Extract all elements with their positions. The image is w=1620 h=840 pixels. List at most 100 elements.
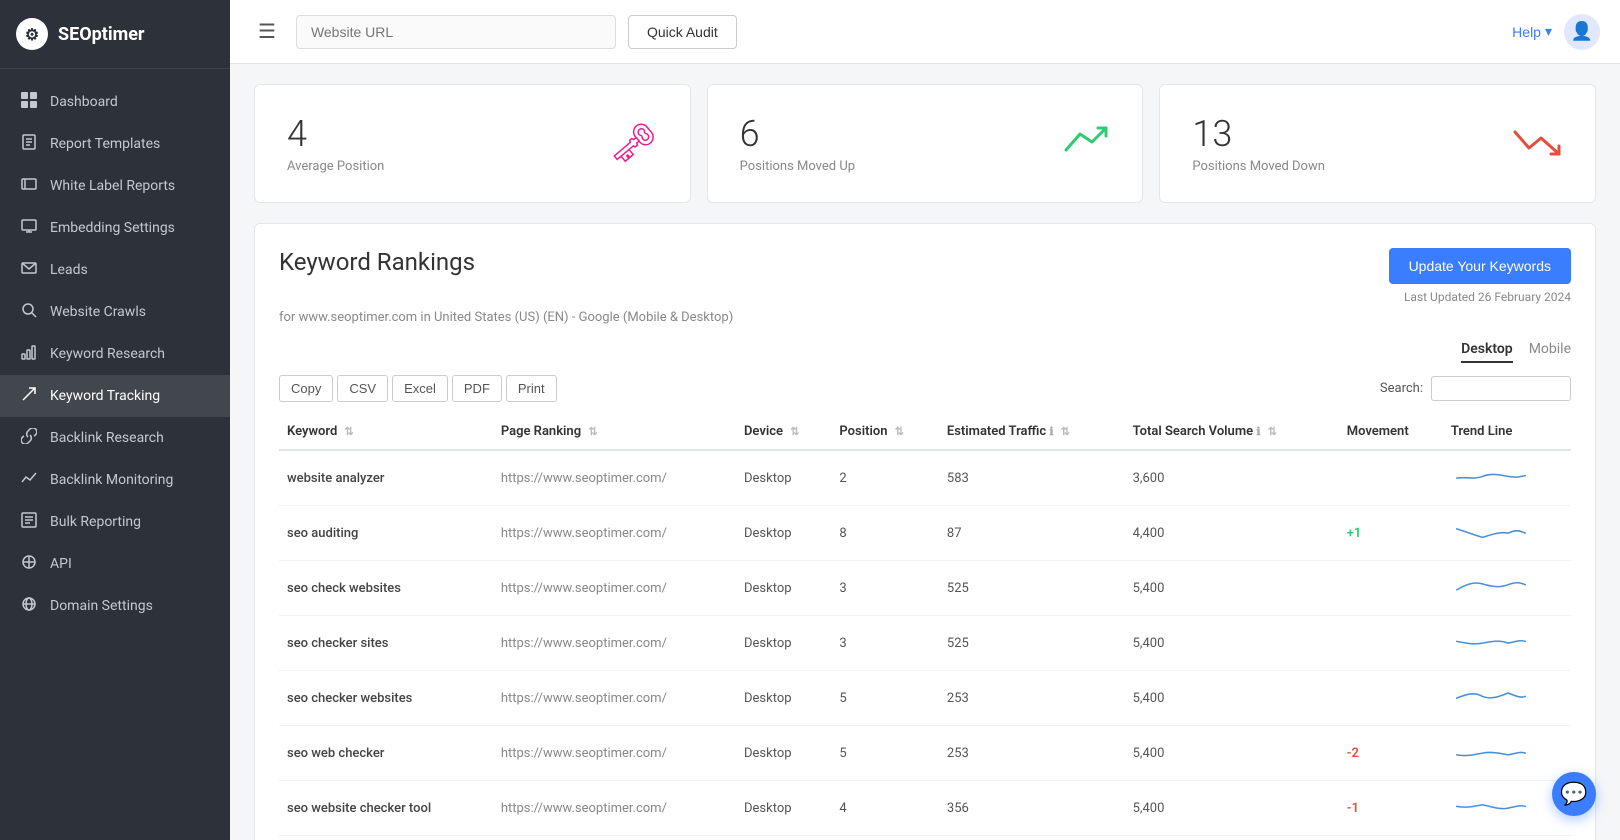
main-area: ☰ Quick Audit Help ▾ 👤 4 Average Positio… [230,0,1620,840]
cell-device: Desktop [736,450,831,506]
sidebar-item-report-templates[interactable]: Report Templates [0,123,230,165]
help-label: Help [1512,24,1541,40]
sidebar-item-leads[interactable]: Leads [0,249,230,291]
sidebar-item-keyword-tracking[interactable]: Keyword Tracking [0,375,230,417]
cell-keyword: seo checker websites [279,671,493,726]
col-header-keyword[interactable]: Keyword ⇅ [279,414,493,450]
user-avatar[interactable]: 👤 [1564,14,1600,50]
search-input[interactable] [1431,376,1571,401]
csv-button[interactable]: CSV [337,375,388,402]
cell-position: 4 [831,781,938,836]
table-row: seo checker sites https://www.seoptimer.… [279,616,1571,671]
sidebar-item-white-label-reports[interactable]: White Label Reports [0,165,230,207]
movement-value: -2 [1347,746,1359,761]
cell-position: 3 [831,616,938,671]
cell-trend [1443,450,1571,506]
cell-movement: -1 [1339,781,1443,836]
stat-card-positions-up: 6 Positions Moved Up [707,84,1144,203]
sidebar-label-api: API [50,556,72,572]
cell-device: Desktop [736,671,831,726]
dashboard-icon [20,92,38,112]
bulk-reporting-icon [20,512,38,532]
url-input[interactable] [296,15,616,49]
key-icon: 🗝 [609,122,657,166]
stat-info-down: 13 Positions Moved Down [1192,113,1325,174]
sidebar-item-bulk-reporting[interactable]: Bulk Reporting [0,501,230,543]
sort-icon-page-ranking: ⇅ [588,425,597,438]
rankings-title: Keyword Rankings [279,248,475,276]
chat-button[interactable]: 💬 [1552,772,1596,816]
col-header-device[interactable]: Device ⇅ [736,414,831,450]
cell-url: https://www.seoptimer.com/ [493,450,736,506]
view-tabs: Desktop Mobile [279,341,1571,363]
table-row: seo web checker https://www.seoptimer.co… [279,726,1571,781]
cell-position: 3 [831,561,938,616]
tab-mobile[interactable]: Mobile [1529,341,1571,363]
table-toolbar: Copy CSV Excel PDF Print Search: [279,375,1571,402]
sidebar-item-backlink-monitoring[interactable]: Backlink Monitoring [0,459,230,501]
col-header-estimated-traffic[interactable]: Estimated Traffic ℹ ⇅ [939,414,1125,450]
cell-traffic: 253 [939,726,1125,781]
cell-position: 2 [831,450,938,506]
sidebar-label-leads: Leads [50,262,88,278]
sidebar-label-white-label-reports: White Label Reports [50,178,175,194]
table-row: seo checker websites https://www.seoptim… [279,671,1571,726]
col-header-position[interactable]: Position ⇅ [831,414,938,450]
help-button[interactable]: Help ▾ [1512,23,1552,40]
cell-url: https://www.seoptimer.com/ [493,506,736,561]
sidebar-item-api[interactable]: API [0,543,230,585]
leads-icon [20,260,38,280]
sidebar-item-website-crawls[interactable]: Website Crawls [0,291,230,333]
help-dropdown-icon: ▾ [1545,23,1552,40]
sidebar-label-report-templates: Report Templates [50,136,160,152]
table-row: seo check websites https://www.seoptimer… [279,561,1571,616]
quick-audit-button[interactable]: Quick Audit [628,15,737,49]
tab-desktop[interactable]: Desktop [1461,341,1513,363]
sort-icon-device: ⇅ [790,425,799,438]
logo-icon: ⚙ [16,18,48,50]
excel-button[interactable]: Excel [392,375,448,402]
col-header-page-ranking[interactable]: Page Ranking ⇅ [493,414,736,450]
search-label-text: Search: [1380,381,1423,396]
keyword-table: Keyword ⇅ Page Ranking ⇅ Device ⇅ Positi… [279,414,1571,836]
table-header-row: Keyword ⇅ Page Ranking ⇅ Device ⇅ Positi… [279,414,1571,450]
sidebar-label-keyword-research: Keyword Research [50,346,165,362]
hamburger-button[interactable]: ☰ [250,15,284,48]
pdf-button[interactable]: PDF [452,375,502,402]
col-header-search-volume[interactable]: Total Search Volume ℹ ⇅ [1125,414,1339,450]
sidebar-item-embedding-settings[interactable]: Embedding Settings [0,207,230,249]
stat-label-up: Positions Moved Up [740,159,855,174]
copy-button[interactable]: Copy [279,375,333,402]
stat-label-down: Positions Moved Down [1192,159,1325,174]
domain-settings-icon [20,596,38,616]
website-crawls-icon [20,302,38,322]
update-keywords-button[interactable]: Update Your Keywords [1389,248,1571,284]
backlink-research-icon [20,428,38,448]
logo-area[interactable]: ⚙ SEOptimer [0,0,230,69]
stat-value-up: 6 [740,113,855,155]
stat-info-up: 6 Positions Moved Up [740,113,855,174]
col-header-trend: Trend Line [1443,414,1571,450]
sidebar-item-domain-settings[interactable]: Domain Settings [0,585,230,627]
sidebar-item-dashboard[interactable]: Dashboard [0,81,230,123]
sidebar-item-backlink-research[interactable]: Backlink Research [0,417,230,459]
print-button[interactable]: Print [506,375,557,402]
col-header-movement: Movement [1339,414,1443,450]
cell-keyword: seo web checker [279,726,493,781]
cell-traffic: 87 [939,506,1125,561]
movement-value: -1 [1347,801,1359,816]
stat-value-down: 13 [1192,113,1325,155]
table-row: seo website checker tool https://www.seo… [279,781,1571,836]
cell-position: 5 [831,671,938,726]
sort-icon-keyword: ⇅ [345,425,354,438]
sidebar-item-keyword-research[interactable]: Keyword Research [0,333,230,375]
stat-card-positions-down: 13 Positions Moved Down [1159,84,1596,203]
sidebar-label-bulk-reporting: Bulk Reporting [50,514,141,530]
cell-url: https://www.seoptimer.com/ [493,726,736,781]
table-body: website analyzer https://www.seoptimer.c… [279,450,1571,836]
rankings-header: Keyword Rankings Update Your Keywords La… [279,248,1571,304]
app-name: SEOptimer [58,24,145,45]
stat-info-avg: 4 Average Position [287,113,384,174]
cell-position: 5 [831,726,938,781]
cell-keyword: seo website checker tool [279,781,493,836]
